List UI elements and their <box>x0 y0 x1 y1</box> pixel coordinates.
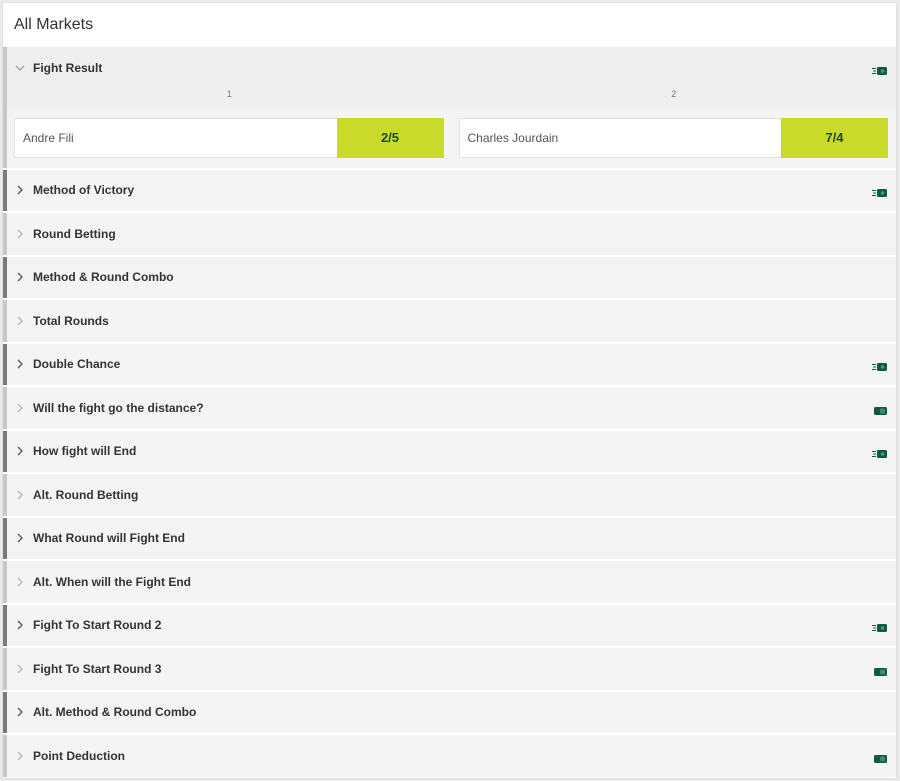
market-header-fight-to-start-round-2[interactable]: Fight To Start Round 2 <box>7 605 896 647</box>
market-title: Method & Round Combo <box>33 270 174 285</box>
column-label: 2 <box>671 88 677 99</box>
chevron-right-icon <box>7 316 33 326</box>
chevron-right-icon <box>7 359 33 369</box>
market-title: Fight To Start Round 2 <box>33 618 162 633</box>
market-header-alt-when-will-the-fight-end[interactable]: Alt. When will the Fight End <box>7 561 896 603</box>
chevron-right-icon <box>7 577 33 587</box>
market-title: Round Betting <box>33 226 116 241</box>
chevron-down-icon <box>7 65 33 71</box>
cash-out-icon <box>872 403 888 415</box>
chevron-right-icon <box>7 751 33 761</box>
odds-button[interactable]: 7/4 <box>781 117 888 158</box>
market-title: Alt. When will the Fight End <box>33 574 191 589</box>
market-header-double-chance[interactable]: Double Chance <box>7 344 896 386</box>
market-header-fight-to-start-round-3[interactable]: Fight To Start Round 3 <box>7 648 896 690</box>
market-title: Alt. Round Betting <box>33 487 139 502</box>
selection-name: Andre Fili <box>23 130 74 145</box>
market-total-rounds: Total Rounds <box>3 300 896 342</box>
market-what-round-will-fight-end: What Round will Fight End <box>3 517 896 560</box>
market-header-alt-method-round-combo[interactable]: Alt. Method & Round Combo <box>7 692 896 734</box>
market-double-chance: Double Chance <box>3 343 896 386</box>
market-method-of-victory: Method of Victory <box>3 169 896 212</box>
market-title: Fight Result <box>33 60 103 75</box>
market-point-deduction: Point Deduction <box>3 735 896 777</box>
column-label: 1 <box>226 88 232 99</box>
market-will-the-fight-go-the-distance: Will the fight go the distance? <box>3 387 896 429</box>
market-title: How fight will End <box>33 444 137 459</box>
market-title: Double Chance <box>33 357 121 372</box>
market-fight-to-start-round-2: Fight To Start Round 2 <box>3 604 896 647</box>
chevron-right-icon <box>7 229 33 239</box>
selections-row: Andre Fili 2/5 Charles Jourdain 7/4 <box>7 109 896 168</box>
fast-cash-out-icon <box>872 620 888 633</box>
market-header-total-rounds[interactable]: Total Rounds <box>7 300 896 342</box>
chevron-right-icon <box>7 185 33 195</box>
fast-cash-out-icon <box>872 185 888 198</box>
market-header-method-round-combo[interactable]: Method & Round Combo <box>7 257 896 299</box>
market-header-point-deduction[interactable]: Point Deduction <box>7 735 896 777</box>
chevron-right-icon <box>7 272 33 282</box>
market-title: Will the fight go the distance? <box>33 400 204 415</box>
chevron-right-icon <box>7 707 33 717</box>
market-fight-to-start-round-3: Fight To Start Round 3 <box>3 648 896 690</box>
market-title: Alt. Method & Round Combo <box>33 705 197 720</box>
chevron-right-icon <box>7 620 33 630</box>
chevron-right-icon <box>7 446 33 456</box>
market-title: Total Rounds <box>33 313 109 328</box>
market-title: Method of Victory <box>33 183 135 198</box>
selection-name: Charles Jourdain <box>467 130 559 145</box>
chevron-right-icon <box>7 664 33 674</box>
market-alt-when-will-the-fight-end: Alt. When will the Fight End <box>3 561 896 603</box>
selection-charles-jourdain[interactable]: Charles Jourdain 7/4 <box>458 117 888 158</box>
market-alt-round-betting: Alt. Round Betting <box>3 474 896 516</box>
market-header-round-betting[interactable]: Round Betting <box>7 213 896 255</box>
market-title: What Round will Fight End <box>33 531 185 546</box>
fast-cash-out-icon <box>872 63 888 75</box>
cash-out-icon <box>872 664 888 676</box>
market-header-method-of-victory[interactable]: Method of Victory <box>7 170 896 212</box>
market-header-what-round-will-fight-end[interactable]: What Round will Fight End <box>7 518 896 560</box>
fast-cash-out-icon <box>872 446 888 459</box>
market-fight-result: Fight Result 1 2 Andre Fili 2/5 Charles … <box>3 47 896 168</box>
odds-button[interactable]: 2/5 <box>336 117 444 158</box>
selection-andre-fili[interactable]: Andre Fili 2/5 <box>14 117 444 158</box>
market-header-fight-result[interactable]: Fight Result <box>7 47 896 89</box>
market-title: Fight To Start Round 3 <box>33 661 162 676</box>
market-title: Point Deduction <box>33 748 125 763</box>
market-header-alt-round-betting[interactable]: Alt. Round Betting <box>7 474 896 516</box>
chevron-right-icon <box>7 533 33 543</box>
cash-out-icon <box>872 751 888 763</box>
chevron-right-icon <box>7 403 33 413</box>
all-markets-panel: All Markets Fight Result 1 2 Andre Fili … <box>3 3 896 778</box>
fast-cash-out-icon <box>872 359 888 372</box>
market-header-will-the-fight-go-the-distance[interactable]: Will the fight go the distance? <box>7 387 896 429</box>
market-how-fight-will-end: How fight will End <box>3 430 896 473</box>
market-header-how-fight-will-end[interactable]: How fight will End <box>7 431 896 473</box>
column-labels: 1 2 <box>7 89 896 111</box>
market-method-round-combo: Method & Round Combo <box>3 256 896 299</box>
chevron-right-icon <box>7 490 33 500</box>
market-list: Method of Victory Round Betting Method & … <box>3 169 896 777</box>
market-round-betting: Round Betting <box>3 213 896 255</box>
panel-title: All Markets <box>14 16 94 33</box>
market-alt-method-round-combo: Alt. Method & Round Combo <box>3 691 896 734</box>
